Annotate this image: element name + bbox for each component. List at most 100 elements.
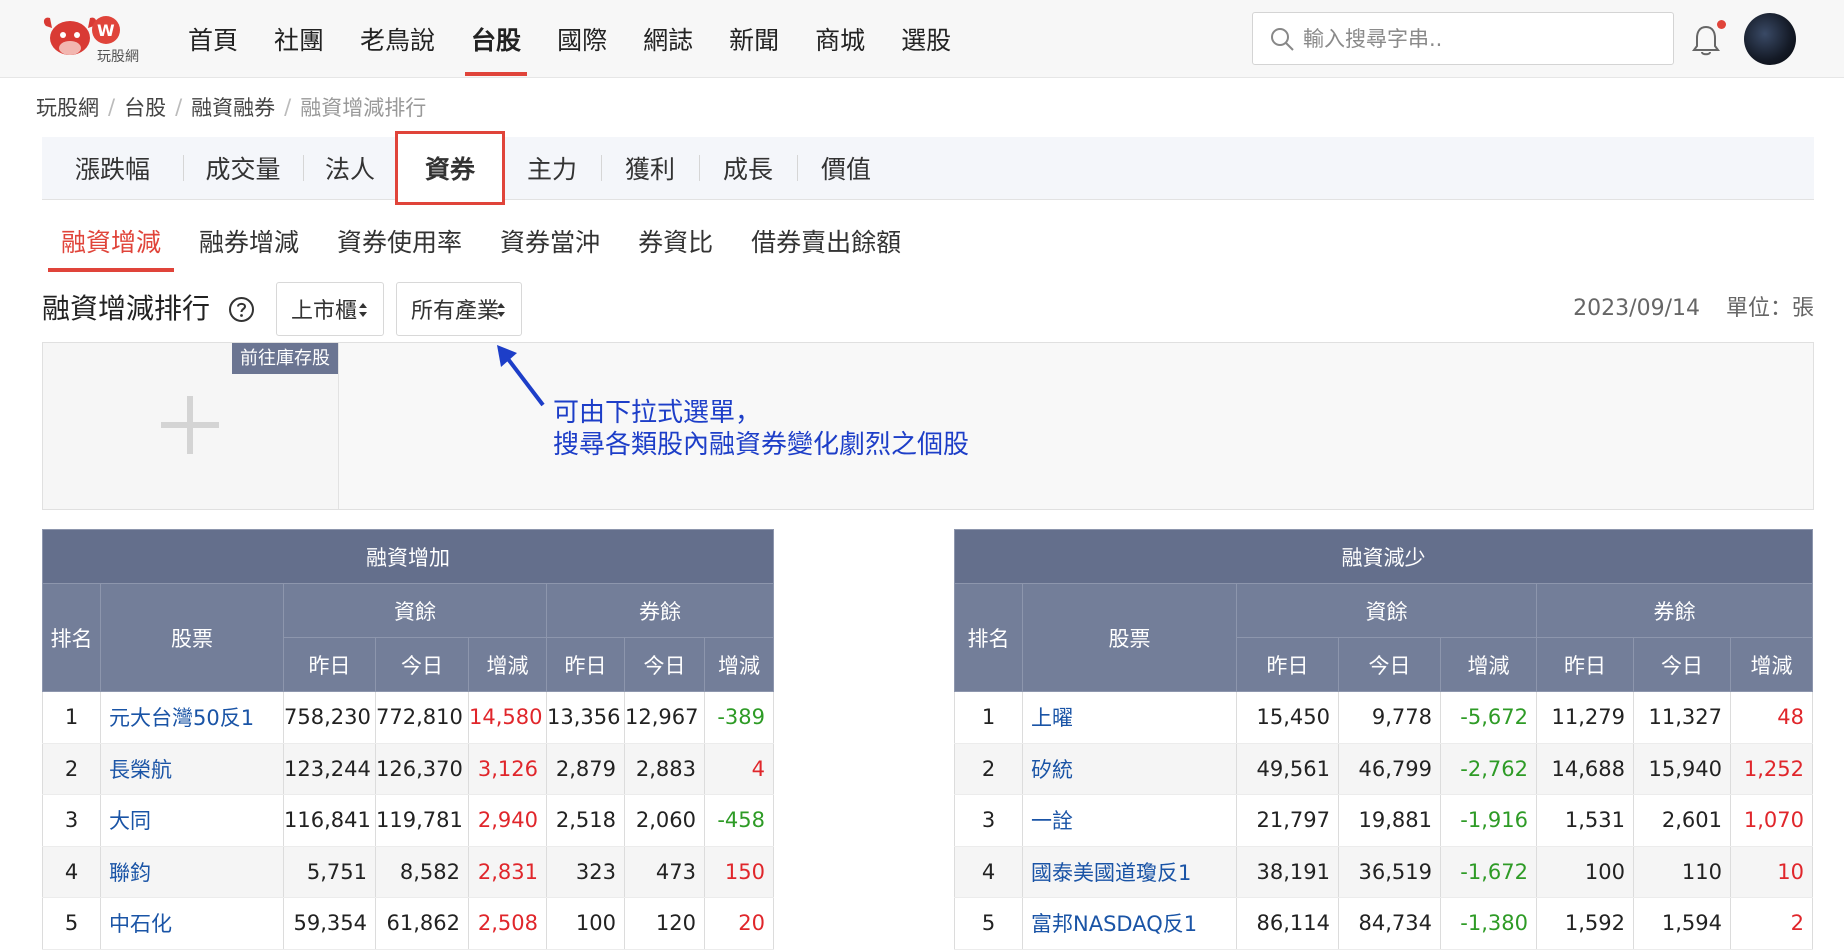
search-box xyxy=(1252,12,1674,65)
annotation-text: 可由下拉式選單， 搜尋各類股內融資券變化劇烈之個股 xyxy=(553,397,969,461)
tab-category[interactable]: 主力 xyxy=(503,137,601,199)
stock-link[interactable]: 國泰美國道瓊反1 xyxy=(1022,846,1237,898)
breadcrumb-taiwan-stock[interactable]: 台股 xyxy=(124,92,166,122)
increase-table-wrap: 融資增加 排名 股票 資餘 券餘 昨日 今日 增減 昨日 今日 增減 1 元大台灣50反1 758,230… xyxy=(42,529,774,950)
column-header-change[interactable]: 增減 xyxy=(1730,637,1813,692)
value-cell-m-t: 126,370 xyxy=(375,743,469,795)
stock-link[interactable]: 矽統 xyxy=(1022,743,1237,795)
column-group-margin: 資餘 xyxy=(283,583,547,638)
tab-category[interactable]: 資券 xyxy=(395,131,505,205)
column-header-today[interactable]: 今日 xyxy=(375,637,469,692)
page-title: 融資增減排行 xyxy=(42,292,211,325)
value-cell-s-t: 15,940 xyxy=(1633,743,1731,795)
portfolio-card[interactable]: 前往庫存股 xyxy=(43,343,339,509)
value-cell-m-t: 46,799 xyxy=(1338,743,1441,795)
stock-link[interactable]: 上曜 xyxy=(1022,691,1237,744)
value-cell-m-c: -5,672 xyxy=(1440,691,1537,744)
column-header-change[interactable]: 增減 xyxy=(704,637,774,692)
market-select-value: 上市櫃 xyxy=(291,299,358,324)
breadcrumb-margin[interactable]: 融資融券 xyxy=(191,92,275,122)
nav-item[interactable]: 老鳥說 xyxy=(342,0,453,78)
stock-link[interactable]: 長榮航 xyxy=(100,743,284,795)
column-header-today[interactable]: 今日 xyxy=(1633,637,1731,692)
column-header-today[interactable]: 今日 xyxy=(1338,637,1441,692)
stock-link[interactable]: 一詮 xyxy=(1022,794,1237,847)
notification-dot xyxy=(1717,20,1726,29)
nav-item[interactable]: 首頁 xyxy=(170,0,256,78)
breadcrumb-home[interactable]: 玩股網 xyxy=(36,92,99,122)
tab-subcategory[interactable]: 融券增減 xyxy=(180,210,318,272)
search-input[interactable] xyxy=(1303,21,1663,57)
table-title: 融資增加 xyxy=(42,529,774,584)
decrease-table: 融資減少 排名 股票 資餘 券餘 昨日 今日 增減 昨日 今日 增減 1 上曜 15,450 9,778 -5… xyxy=(954,529,1813,950)
tab-subcategory[interactable]: 借券賣出餘額 xyxy=(732,210,920,272)
table-row: 4 國泰美國道瓊反1 38,191 36,519 -1,672 100 110 10 xyxy=(954,846,1813,898)
table-title: 融資減少 xyxy=(954,529,1813,584)
value-cell-s-t: 11,327 xyxy=(1633,691,1731,744)
value-cell-s-t: 110 xyxy=(1633,846,1731,898)
nav-item[interactable]: 新聞 xyxy=(711,0,797,78)
value-cell-m-t: 19,881 xyxy=(1338,794,1441,847)
value-cell-m-t: 61,862 xyxy=(375,897,469,950)
data-date: 2023/09/14 xyxy=(1573,296,1700,321)
rank-cell: 1 xyxy=(954,691,1023,744)
nav-item[interactable]: 商城 xyxy=(797,0,883,78)
help-icon[interactable] xyxy=(228,296,255,323)
stock-link[interactable]: 中石化 xyxy=(100,897,284,950)
industry-select[interactable]: 所有產業 xyxy=(396,282,522,336)
value-cell-m-t: 119,781 xyxy=(375,794,469,847)
tab-category[interactable]: 價值 xyxy=(797,137,895,199)
stock-link[interactable]: 富邦NASDAQ反1 xyxy=(1022,897,1237,950)
rank-cell: 1 xyxy=(42,691,101,744)
rank-cell: 5 xyxy=(42,897,101,950)
value-cell-s-y: 100 xyxy=(546,897,625,950)
goto-portfolio-tag[interactable]: 前往庫存股 xyxy=(232,343,338,374)
tab-category[interactable]: 法人 xyxy=(303,137,397,199)
nav-item[interactable]: 國際 xyxy=(539,0,625,78)
column-header-yesterday[interactable]: 昨日 xyxy=(1236,637,1339,692)
tab-category[interactable]: 成交量 xyxy=(183,137,303,199)
column-header-yesterday[interactable]: 昨日 xyxy=(546,637,625,692)
column-header-change[interactable]: 增減 xyxy=(468,637,547,692)
nav-item[interactable]: 網誌 xyxy=(625,0,711,78)
user-avatar[interactable] xyxy=(1744,13,1796,65)
tab-category[interactable]: 成長 xyxy=(699,137,797,199)
column-header-today[interactable]: 今日 xyxy=(624,637,705,692)
market-select[interactable]: 上市櫃 xyxy=(276,282,384,336)
stock-link[interactable]: 大同 xyxy=(100,794,284,847)
value-cell-s-y: 13,356 xyxy=(546,691,625,744)
stock-link[interactable]: 聯鈞 xyxy=(100,846,284,898)
svg-text:W: W xyxy=(97,21,115,40)
column-header-yesterday[interactable]: 昨日 xyxy=(283,637,376,692)
value-cell-s-y: 1,531 xyxy=(1536,794,1634,847)
rank-cell: 5 xyxy=(954,897,1023,950)
value-cell-m-y: 5,751 xyxy=(283,846,376,898)
tab-category[interactable]: 漲跌幅 xyxy=(42,137,183,199)
breadcrumb: 玩股網 / 台股 / 融資融券 / 融資增減排行 xyxy=(36,92,426,122)
value-cell-s-t: 120 xyxy=(624,897,705,950)
value-cell-s-y: 11,279 xyxy=(1536,691,1634,744)
sub-tabs: 融資增減 融券增減 資券使用率 資券當沖 券資比 借券賣出餘額 xyxy=(42,210,920,272)
search-icon[interactable] xyxy=(1269,26,1295,52)
column-header-yesterday[interactable]: 昨日 xyxy=(1536,637,1634,692)
tab-subcategory[interactable]: 資券使用率 xyxy=(318,210,481,272)
tab-subcategory[interactable]: 資券當沖 xyxy=(481,210,619,272)
value-cell-s-y: 14,688 xyxy=(1536,743,1634,795)
value-cell-s-t: 1,594 xyxy=(1633,897,1731,950)
tab-subcategory[interactable]: 券資比 xyxy=(619,210,732,272)
value-cell-m-t: 8,582 xyxy=(375,846,469,898)
nav-item[interactable]: 選股 xyxy=(883,0,969,78)
annotation-line-1: 可由下拉式選單， xyxy=(553,398,762,428)
tab-category[interactable]: 獲利 xyxy=(601,137,699,199)
nav-item[interactable]: 社團 xyxy=(256,0,342,78)
stock-link[interactable]: 元大台灣50反1 xyxy=(100,691,284,744)
column-header-change[interactable]: 增減 xyxy=(1440,637,1537,692)
value-cell-m-y: 116,841 xyxy=(283,794,376,847)
tab-subcategory[interactable]: 融資增減 xyxy=(42,210,180,272)
nav-item[interactable]: 台股 xyxy=(453,0,539,78)
category-tabs: 漲跌幅 成交量 法人 資券 主力 獲利 成長 價值 xyxy=(42,131,1814,205)
rank-cell: 4 xyxy=(954,846,1023,898)
table-row: 5 中石化 59,354 61,862 2,508 100 120 20 xyxy=(42,897,774,950)
rank-cell: 2 xyxy=(954,743,1023,795)
table-row: 3 大同 116,841 119,781 2,940 2,518 2,060 -458 xyxy=(42,794,774,847)
